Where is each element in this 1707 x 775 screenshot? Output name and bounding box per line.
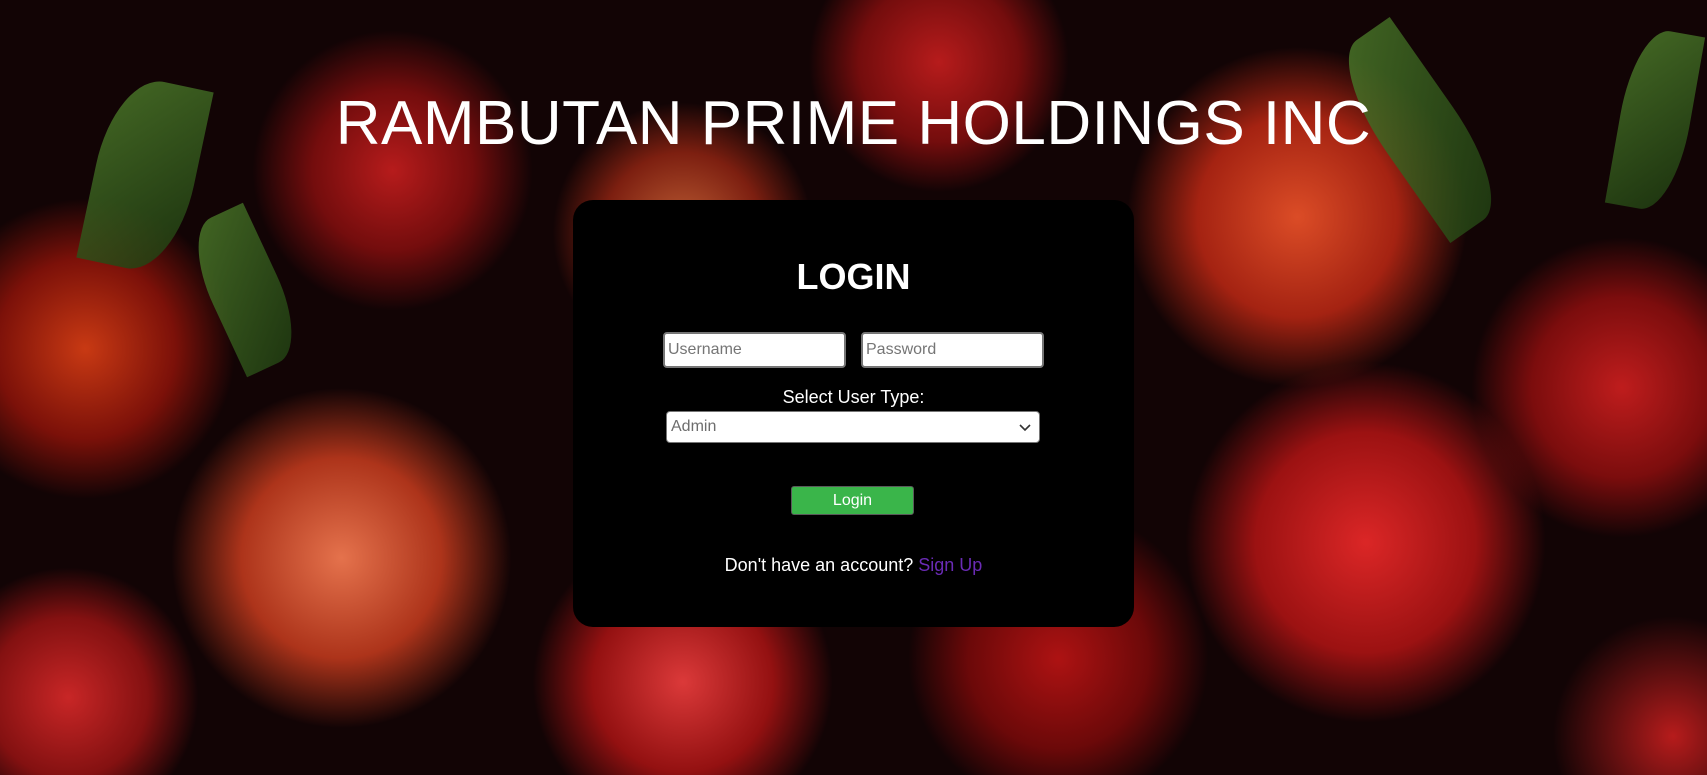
signup-prompt: Don't have an account? xyxy=(724,555,914,575)
user-type-selected-value: Admin xyxy=(671,418,717,435)
leaf-decoration xyxy=(179,202,311,378)
user-type-label: Select User Type: xyxy=(782,387,925,407)
login-button[interactable]: Login xyxy=(791,486,914,515)
page-title: RAMBUTAN PRIME HOLDINGS INC xyxy=(335,89,1372,158)
login-heading: LOGIN xyxy=(796,256,911,297)
signup-link[interactable]: Sign Up xyxy=(918,555,982,575)
user-type-select[interactable]: Admin xyxy=(666,411,1040,443)
login-card: LOGIN Select User Type: Admin Login Don'… xyxy=(573,200,1134,627)
password-input[interactable] xyxy=(861,332,1044,368)
username-input[interactable] xyxy=(663,332,846,368)
signup-row: Don't have an account? Sign Up xyxy=(573,555,1134,576)
chevron-down-icon xyxy=(1017,417,1033,437)
